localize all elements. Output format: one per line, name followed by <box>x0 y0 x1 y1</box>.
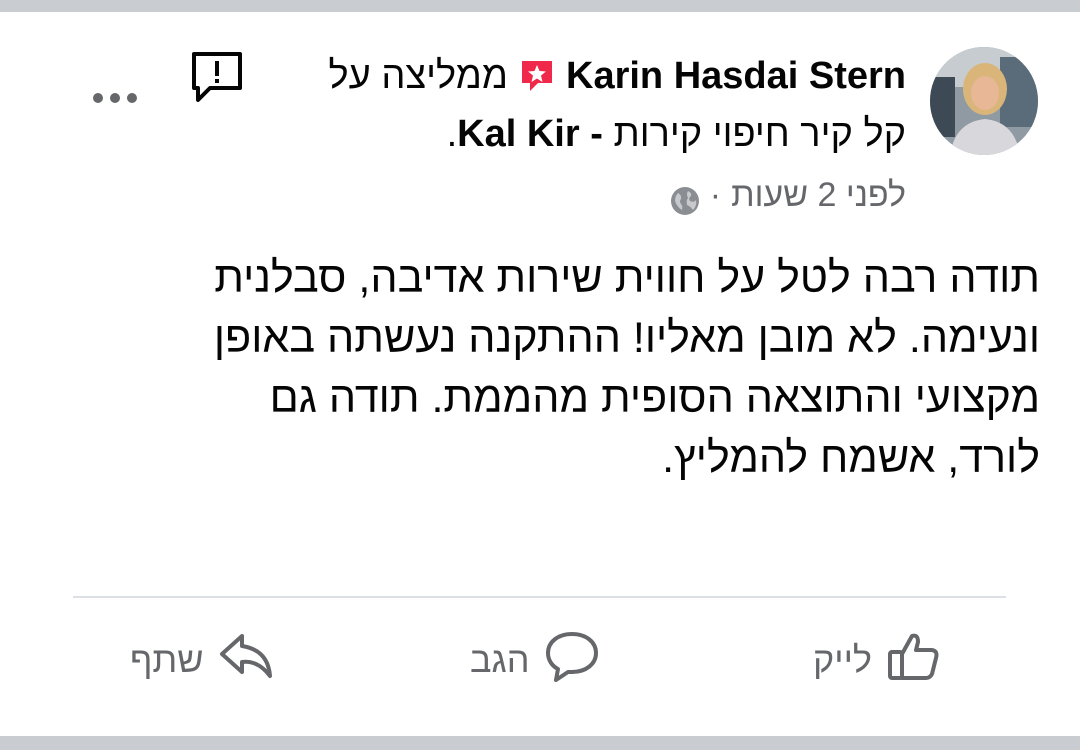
share-label: שתף <box>130 639 204 680</box>
actions-divider <box>73 596 1006 598</box>
author-name[interactable]: Karin Hasdai Stern <box>566 50 906 102</box>
recommends-text: ממליצה על <box>328 55 508 97</box>
page-name[interactable]: Kal Kir - <box>457 113 603 155</box>
report-icon[interactable] <box>190 50 244 104</box>
like-label: לייק <box>812 639 872 680</box>
globe-icon <box>670 180 700 215</box>
share-arrow-icon <box>218 628 274 693</box>
page-period: . <box>446 113 458 155</box>
page-name-hebrew: קל קיר חיפוי קירות <box>613 113 906 155</box>
post-body: תודה רבה לטל על חווית שירות אדיבה, סבלני… <box>213 254 1040 482</box>
recommend-badge-icon <box>518 57 556 95</box>
bottom-separator-band <box>0 736 1080 750</box>
comment-button[interactable]: הגב <box>470 625 600 695</box>
comment-bubble-icon <box>544 628 600 693</box>
author-avatar[interactable] <box>930 47 1038 155</box>
top-separator-band <box>0 0 1080 12</box>
more-options-icon[interactable] <box>90 88 140 108</box>
comment-label: הגב <box>470 639 530 680</box>
recommended-page[interactable]: קל קיר חיפוי קירות Kal Kir -. <box>447 108 906 160</box>
meta-separator: · <box>709 176 722 214</box>
like-button[interactable]: לייק <box>813 625 942 695</box>
post-timestamp[interactable]: לפני 2 שעות <box>731 170 906 220</box>
thumbs-up-icon <box>886 628 942 693</box>
post-header: Karin Hasdai Stern ממליצה על <box>329 50 906 102</box>
post-meta: לפני 2 שעות · <box>670 170 906 220</box>
share-button[interactable]: שתף <box>130 625 274 695</box>
